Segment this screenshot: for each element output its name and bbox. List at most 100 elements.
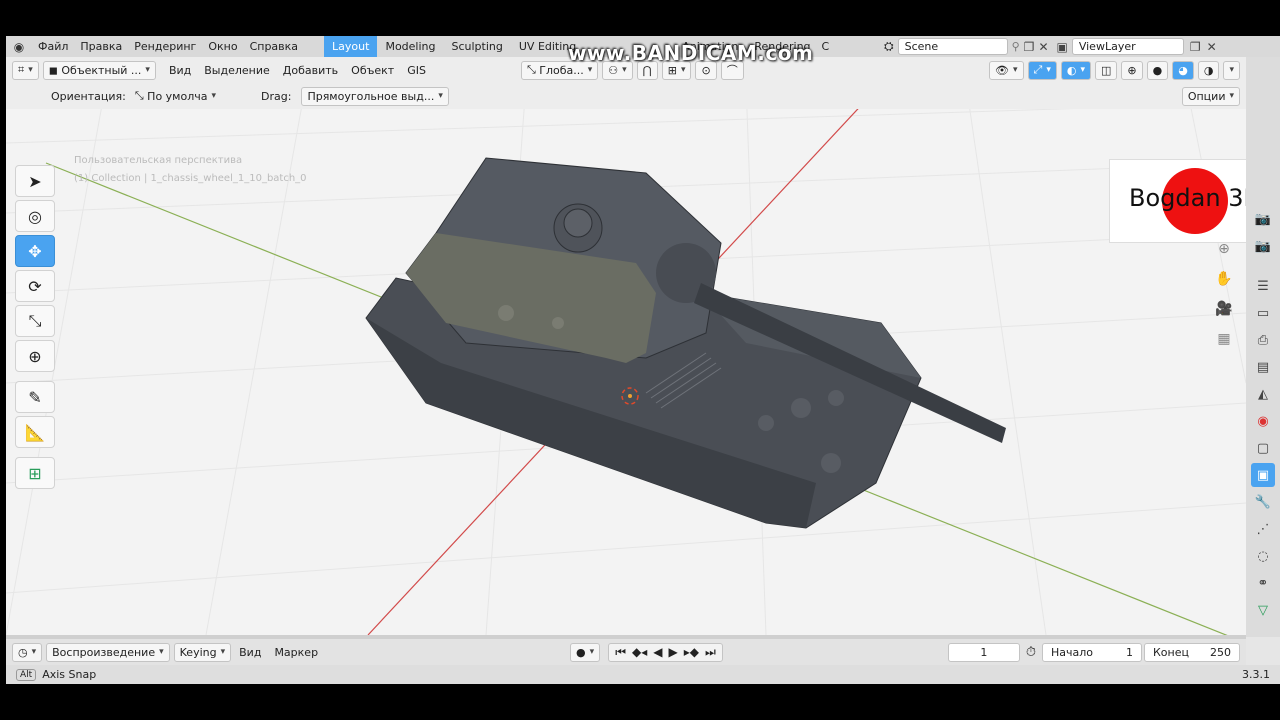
overlay-toggle[interactable]: ◐ ▾ — [1060, 60, 1092, 80]
menu-gis[interactable]: GIS — [407, 64, 426, 77]
status-bar: Alt Axis Snap 3.3.1 — [6, 665, 1280, 684]
scene-icon[interactable]: ⛭ — [884, 39, 894, 54]
bandicam-watermark: www.BANDICAM.com — [568, 41, 814, 65]
collection-properties-icon[interactable]: ▢ — [1251, 436, 1275, 460]
mode-dropdown[interactable]: ◼ Объектный ... ▾ — [42, 60, 156, 80]
menu-edit[interactable]: Правка — [74, 36, 128, 57]
frame-start-field[interactable]: Начало 1 — [1042, 642, 1142, 662]
scale-icon: ⤡ — [28, 311, 42, 330]
transform-tool-button[interactable]: ⊕ — [15, 340, 55, 372]
menu-render[interactable]: Рендеринг — [128, 36, 202, 57]
play-icon[interactable]: ▶ — [669, 645, 678, 659]
shading-solid[interactable]: ● — [1146, 60, 1169, 80]
editor-type-icon: ⌗ — [18, 63, 25, 76]
cursor-tool-button[interactable]: ◎ — [15, 200, 55, 232]
shading-material[interactable]: ◕ — [1172, 60, 1194, 80]
particles-properties-icon[interactable]: ⋰ — [1251, 517, 1275, 541]
constraints-properties-icon[interactable]: ⚭ — [1251, 571, 1275, 595]
next-keyframe-icon[interactable]: ▸◆ — [684, 645, 699, 659]
frame-end-field[interactable]: Конец 250 — [1144, 642, 1240, 662]
scene-selector: ⛭ Scene ⚲ ❐ ✕ ▣ ViewLayer ❐ ✕ — [884, 36, 1217, 57]
tab-compositing[interactable]: C — [819, 36, 833, 57]
tab-modeling[interactable]: Modeling — [377, 36, 443, 57]
viewport-perspective-label: Пользовательская перспектива — [74, 155, 243, 166]
shading-rendered[interactable]: ◑ — [1197, 60, 1220, 80]
play-reverse-icon[interactable]: ◀ — [653, 645, 662, 659]
scale-tool-button[interactable]: ⤡ — [15, 305, 55, 337]
playback-dropdown[interactable]: Воспроизведение ▾ — [46, 642, 170, 662]
jump-start-icon[interactable]: ⏮ — [615, 645, 626, 660]
close-icon[interactable]: ✕ — [1038, 40, 1048, 54]
modifier-properties-icon[interactable]: 🔧 — [1251, 490, 1275, 514]
camera-icon-2[interactable]: 📷 — [1251, 234, 1275, 258]
view-layer-close-icon[interactable]: ✕ — [1207, 40, 1217, 54]
copy-icon[interactable]: ❐ — [1024, 40, 1035, 54]
world-properties-icon[interactable]: ◉ — [1251, 409, 1275, 433]
menu-add[interactable]: Добавить — [283, 64, 338, 77]
measure-tool-button[interactable]: 📐 — [15, 416, 55, 448]
timeline-view-menu[interactable]: Вид — [239, 646, 261, 659]
move-tool-button[interactable]: ✥ — [15, 235, 55, 267]
start-label: Начало — [1051, 645, 1094, 659]
tab-sculpting[interactable]: Sculpting — [444, 36, 511, 57]
menu-object[interactable]: Объект — [351, 64, 394, 77]
tank-model[interactable] — [346, 153, 1026, 543]
menu-view[interactable]: Вид — [169, 64, 191, 77]
prev-keyframe-icon[interactable]: ◆◂ — [632, 645, 647, 659]
orientation-label: Глоба... — [539, 63, 584, 77]
view-layer-copy-icon[interactable]: ❐ — [1190, 40, 1201, 54]
drag-label-text: Drag: — [261, 89, 292, 103]
scene-properties-icon[interactable]: ◭ — [1251, 382, 1275, 406]
tool-properties-icon[interactable]: ☰ — [1251, 274, 1275, 298]
view-layer-properties-icon[interactable]: ▤ — [1251, 355, 1275, 379]
data-properties-icon[interactable]: ▽ — [1251, 598, 1275, 622]
blender-logo-icon[interactable]: ◉ — [6, 36, 32, 57]
scene-name-field[interactable]: Scene — [897, 38, 1008, 55]
tab-layout[interactable]: Layout — [324, 36, 378, 57]
stopwatch-icon[interactable]: ⏱ — [1026, 645, 1036, 660]
shading-wireframe[interactable]: ⊕ — [1121, 60, 1143, 80]
xray-icon: ◫ — [1101, 63, 1112, 77]
menu-select[interactable]: Выделение — [204, 64, 270, 77]
target-icon: ◎ — [28, 206, 42, 226]
menu-help[interactable]: Справка — [244, 36, 304, 57]
orientation-icon: ⤡ — [526, 63, 536, 76]
options-dropdown[interactable]: Опции ▾ — [1181, 86, 1240, 106]
gizmo-toggle[interactable]: ⤢ ▾ — [1027, 60, 1057, 80]
view-layer-field[interactable]: ViewLayer — [1071, 38, 1184, 55]
timeline-editor-dropdown[interactable]: ◷ ▾ — [12, 642, 43, 662]
jump-end-icon[interactable]: ⏭ — [705, 645, 716, 660]
editor-type-dropdown[interactable]: ⌗ ▾ — [12, 60, 39, 80]
shading-options-dropdown[interactable]: ▾ — [1223, 60, 1240, 80]
xray-toggle[interactable]: ◫ — [1095, 60, 1118, 80]
pin-icon[interactable]: ⚲ — [1012, 40, 1020, 53]
render-properties-icon[interactable]: ▭ — [1251, 301, 1275, 325]
proportional-icon: ⊙ — [701, 63, 711, 77]
3d-viewport[interactable]: Пользовательская перспектива (1) Collect… — [6, 83, 1246, 635]
viewport-collection-label: (1) Collection | 1_chassis_wheel_1_10_ba… — [74, 173, 307, 184]
select-tool-button[interactable]: ➤ — [15, 165, 55, 197]
camera-view-icon[interactable]: 🎥 — [1214, 299, 1234, 319]
hand-pan-icon[interactable]: ✋ — [1214, 269, 1234, 289]
visibility-dropdown[interactable]: 👁 ▾ — [989, 60, 1024, 80]
view-layer-icon[interactable]: ▣ — [1057, 40, 1068, 54]
pivot-icon: ⚇ — [608, 63, 619, 77]
camera-icon[interactable]: 📷 — [1251, 207, 1275, 231]
rotate-tool-button[interactable]: ⟳ — [15, 270, 55, 302]
keying-label: Keying — [179, 645, 217, 659]
current-frame-field[interactable]: 1 — [947, 642, 1020, 662]
output-properties-icon[interactable]: ⎙ — [1251, 328, 1275, 352]
drag-mode-dropdown[interactable]: Прямоугольное выд... ▾ — [301, 86, 449, 106]
ortho-grid-icon[interactable]: ▦ — [1214, 329, 1234, 349]
timeline-marker-menu[interactable]: Маркер — [274, 646, 318, 659]
menu-window[interactable]: Окно — [202, 36, 243, 57]
annotate-tool-button[interactable]: ✎ — [15, 381, 55, 413]
menu-file[interactable]: Файл — [32, 36, 74, 57]
auto-keying-button[interactable]: ● ▾ — [570, 642, 601, 662]
orientation-default-dropdown[interactable]: ⤡ По умолча ▾ — [130, 87, 221, 106]
add-cube-tool-button[interactable]: ⊞ — [15, 457, 55, 489]
material-sphere-icon: ◕ — [1178, 63, 1188, 77]
physics-properties-icon[interactable]: ◌ — [1251, 544, 1275, 568]
keying-dropdown[interactable]: Keying ▾ — [173, 642, 232, 662]
object-properties-icon[interactable]: ▣ — [1251, 463, 1275, 487]
